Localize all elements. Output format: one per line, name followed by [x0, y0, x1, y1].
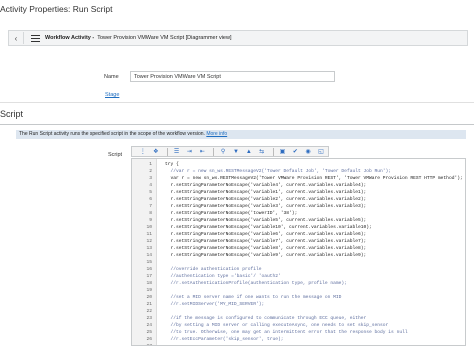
toolbar-separator — [212, 147, 215, 156]
line-number: 12 — [146, 239, 152, 244]
code-text: //by setting a MID server or calling exe… — [165, 323, 389, 328]
line-number: 11 — [146, 232, 152, 237]
code-text: r.setStringParameterNoEscape('variable2'… — [165, 197, 367, 202]
list-icon[interactable]: ☰ — [171, 147, 183, 156]
line-number: 8 — [149, 211, 152, 216]
settings-icon[interactable]: ◉ — [302, 147, 314, 156]
code-text: r.setStringParameterNoEscape('variable7'… — [165, 239, 367, 244]
script-toolbar: ⋮ ❖ ☰ ⇥ ⇤ ⚲ ▼ ▲ ⇆ ▣ ✔ ◉ ◱ — [131, 146, 329, 157]
replace-icon[interactable]: ⇆ — [256, 147, 268, 156]
info-message: The Run Script activity runs the specifi… — [16, 130, 466, 139]
line-number: 22 — [146, 309, 152, 314]
name-field[interactable]: Tower Provision VMWare VM Script — [130, 71, 335, 82]
outdent-icon[interactable]: ⇤ — [196, 147, 208, 156]
code-text: //var r = new sn_ws.RESTMessageV2('Tower… — [165, 169, 392, 174]
code-text: r.setStringParameterNoEscape('variable4'… — [165, 183, 367, 188]
line-number: 6 — [149, 197, 152, 202]
code-text: //to true. Otherwise, one may get an int… — [165, 330, 408, 335]
more-info-link[interactable]: More info — [206, 131, 227, 137]
code-text: r.setStringParameterNoEscape('variable3'… — [165, 204, 367, 209]
line-number: 10 — [146, 225, 152, 230]
form-header: ‹ Workflow Activity - Tower Provision VM… — [8, 30, 468, 46]
section-divider — [0, 124, 474, 125]
search-prev-icon[interactable]: ▲ — [243, 147, 255, 156]
divider — [0, 102, 474, 103]
code-text: //authentication type ='basic'/ 'oauth2' — [165, 274, 281, 279]
line-number: 21 — [146, 302, 152, 307]
line-number: 15 — [146, 260, 152, 265]
code-text: //r.setAuthenticationProfile(authenticat… — [165, 281, 347, 286]
toolbar-separator — [166, 147, 168, 156]
stage-link[interactable]: Stage — [105, 92, 119, 98]
line-number: 1 — [149, 162, 152, 167]
code-text: r.setStringParameterNoEscape('variable10… — [165, 225, 372, 230]
code-text: r.setStringParameterNoEscape('variable5'… — [165, 218, 367, 223]
search-icon[interactable]: ⚲ — [217, 147, 229, 156]
code-text: //override authentication profile — [165, 267, 262, 272]
info-text: The Run Script activity runs the specifi… — [19, 131, 205, 137]
code-text: r.setStringParameterNoEscape('variable8'… — [165, 246, 367, 251]
back-button[interactable]: ‹ — [9, 32, 24, 44]
line-number: 25 — [146, 330, 152, 335]
code-text: //r.setEccParameter('skip_sensor', true)… — [165, 337, 284, 342]
fullscreen-icon[interactable]: ◱ — [315, 147, 327, 156]
header-prefix: Workflow Activity - — [45, 35, 95, 41]
line-number: 19 — [146, 288, 152, 293]
comment-icon[interactable]: ⋮ — [137, 147, 149, 156]
code-text: r.setStringParameterNoEscape('towerID', … — [165, 211, 298, 216]
code-text: //if the message is configured to commun… — [165, 316, 367, 321]
code-text: r.setStringParameterNoEscape('variable9'… — [165, 253, 367, 258]
line-number: 9 — [149, 218, 152, 223]
hamburger-icon[interactable] — [31, 32, 40, 44]
line-number: 20 — [146, 295, 152, 300]
line-number: 13 — [146, 246, 152, 251]
code-text: r.setStringParameterNoEscape('variable6'… — [165, 232, 367, 237]
code-text: r.setStringParameterNoEscape('variable1'… — [165, 190, 367, 195]
toolbar-separator — [272, 147, 274, 156]
page-title: Activity Properties: Run Script — [0, 4, 113, 14]
save-icon[interactable]: ▣ — [277, 147, 289, 156]
section-title: Script — [0, 109, 24, 119]
line-number: 16 — [146, 267, 152, 272]
line-number: 2 — [149, 169, 152, 174]
code-text: var r = new sn_ws.RESTMessageV2('Tower V… — [165, 176, 463, 181]
script-label: Script — [108, 152, 123, 158]
indent-icon[interactable]: ⇥ — [184, 147, 196, 156]
search-next-icon[interactable]: ▼ — [230, 147, 242, 156]
line-number: 4 — [149, 183, 152, 188]
name-label: Name — [104, 74, 119, 80]
line-number: 24 — [146, 323, 152, 328]
code-text: //r.setMIDServer('MY_MID_SERVER'); — [165, 302, 265, 307]
line-number: 14 — [146, 253, 152, 258]
line-number: 17 — [146, 274, 152, 279]
format-icon[interactable]: ❖ — [150, 147, 162, 156]
header-title: Tower Provision VMWare VM Script [Diagra… — [97, 35, 232, 41]
line-number: 23 — [146, 316, 152, 321]
line-number: 7 — [149, 204, 152, 209]
line-number: 3 — [149, 176, 152, 181]
help-icon[interactable]: ✔ — [289, 147, 301, 156]
line-number: 18 — [146, 281, 152, 286]
line-number: 5 — [149, 190, 152, 195]
code-text: //set a MID server name if one wants to … — [165, 295, 342, 300]
line-number: 26 — [146, 337, 152, 342]
script-editor[interactable]: 1 try { 2 //var r = new sn_ws.RESTMessageV… — [131, 158, 466, 346]
code-text: try { — [165, 162, 179, 167]
chevron-left-icon: ‹ — [14, 33, 18, 43]
